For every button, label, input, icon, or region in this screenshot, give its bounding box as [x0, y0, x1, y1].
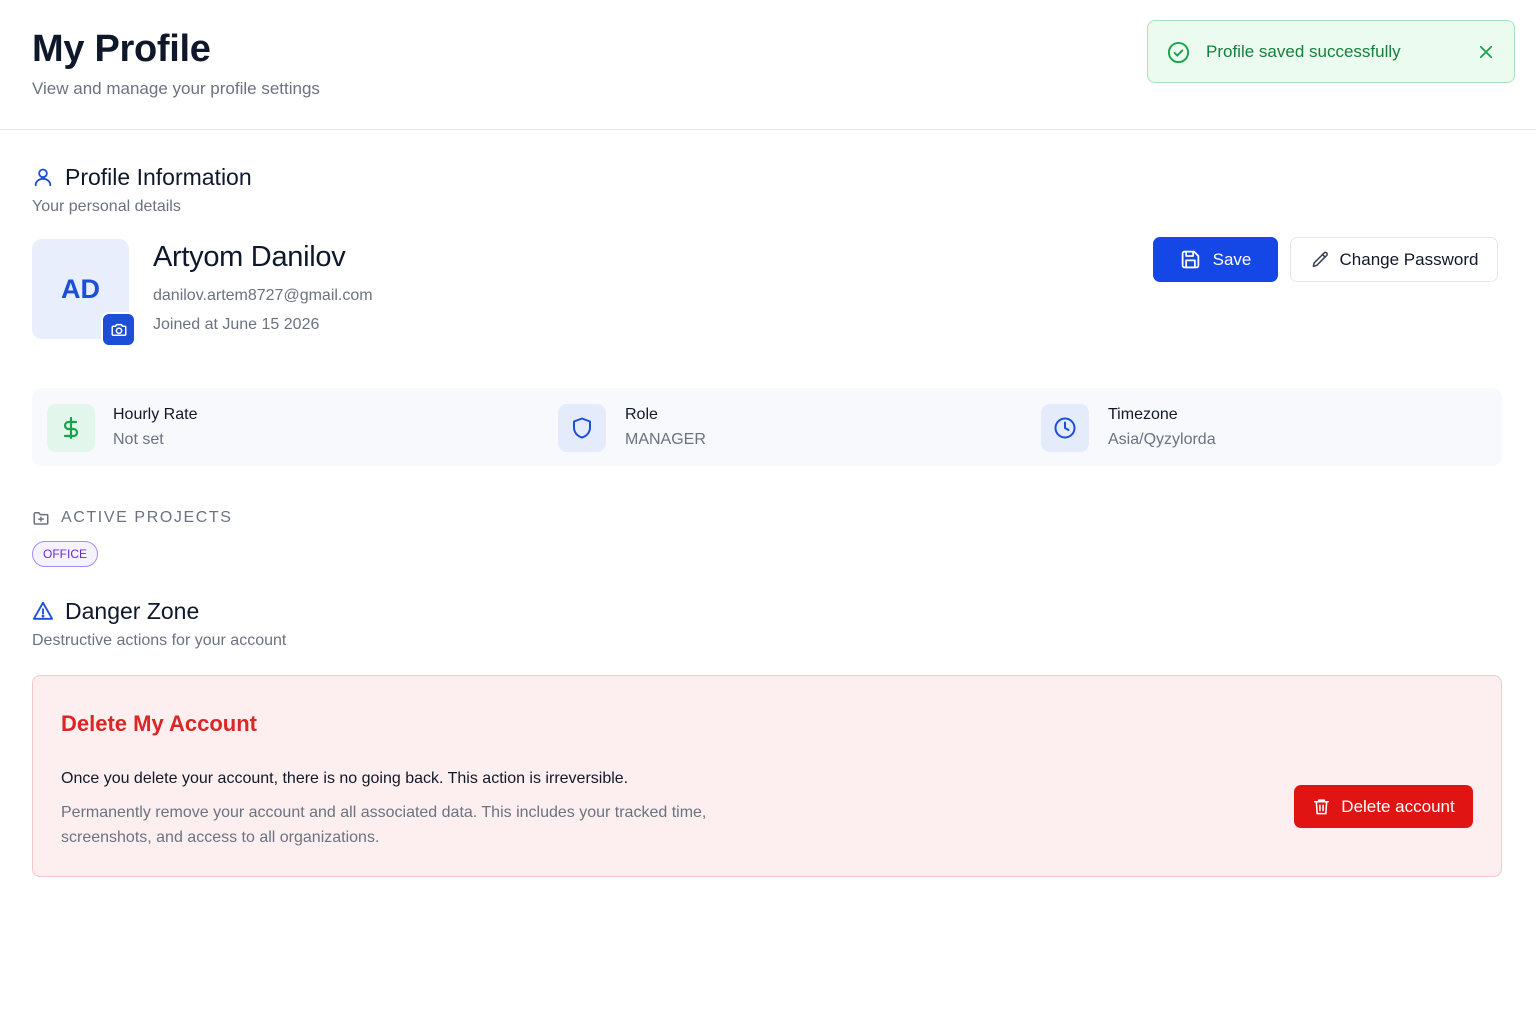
- danger-zone-title: Danger Zone: [65, 598, 200, 624]
- timezone-value: Asia/Qyzylorda: [1108, 431, 1216, 448]
- warning-triangle-icon: [32, 601, 54, 620]
- danger-zone-subtitle: Destructive actions for your account: [32, 632, 287, 649]
- avatar-initials: AD: [61, 273, 100, 304]
- dollar-icon: [63, 416, 79, 440]
- pencil-icon: [1312, 251, 1328, 267]
- delete-account-button-label: Delete account: [1341, 796, 1455, 816]
- delete-account-warning: Once you delete your account, there is n…: [61, 770, 629, 787]
- change-avatar-button[interactable]: [101, 312, 136, 347]
- clock-icon: [1054, 417, 1076, 439]
- hourly-rate-icon-box: [47, 404, 95, 452]
- shield-icon: [573, 417, 591, 439]
- user-email: danilov.artem8727@gmail.com: [153, 287, 373, 304]
- delete-account-button[interactable]: Delete account: [1294, 785, 1473, 828]
- active-projects-title: ACTIVE PROJECTS: [61, 509, 233, 526]
- save-button[interactable]: Save: [1153, 237, 1278, 282]
- user-joined-date: Joined at June 15 2026: [153, 316, 320, 333]
- role-icon-box: [558, 404, 606, 452]
- profile-info-strip: Hourly Rate Not set Role MANAGER Timezon…: [32, 388, 1502, 466]
- delete-account-card: Delete My Account Once you delete your a…: [32, 675, 1502, 877]
- delete-account-description: Permanently remove your account and all …: [61, 804, 707, 846]
- delete-account-title: Delete My Account: [61, 711, 258, 736]
- profile-section-subtitle: Your personal details: [32, 198, 181, 215]
- page-header: My Profile View and manage your profile …: [0, 0, 1536, 130]
- change-password-label: Change Password: [1339, 249, 1479, 269]
- success-toast: Profile saved successfully: [1147, 20, 1515, 83]
- save-icon: [1181, 250, 1199, 269]
- camera-icon: [111, 323, 126, 336]
- check-circle-icon: [1167, 41, 1190, 64]
- folder-icon: [33, 512, 49, 525]
- page-title: My Profile: [32, 28, 211, 70]
- hourly-rate-value: Not set: [113, 431, 164, 448]
- profile-section-title: Profile Information: [65, 164, 252, 190]
- role-label: Role: [625, 406, 658, 423]
- hourly-rate-label: Hourly Rate: [113, 406, 198, 423]
- toast-message: Profile saved successfully: [1206, 42, 1401, 61]
- save-button-label: Save: [1212, 249, 1252, 269]
- close-icon[interactable]: [1477, 43, 1495, 61]
- role-value: MANAGER: [625, 431, 706, 448]
- trash-icon: [1314, 799, 1330, 815]
- change-password-button[interactable]: Change Password: [1290, 237, 1498, 282]
- user-icon: [34, 168, 52, 187]
- timezone-label: Timezone: [1108, 406, 1178, 423]
- user-name: Artyom Danilov: [153, 241, 346, 273]
- page-subtitle: View and manage your profile settings: [32, 79, 320, 98]
- timezone-icon-box: [1041, 404, 1089, 452]
- project-tag-office[interactable]: OFFICE: [32, 541, 98, 567]
